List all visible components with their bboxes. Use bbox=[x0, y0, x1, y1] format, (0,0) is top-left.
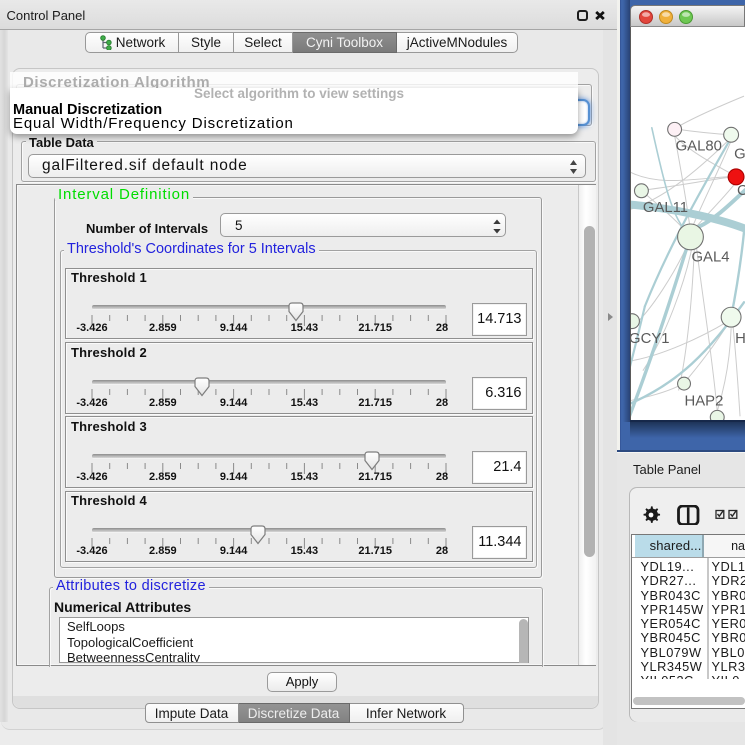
svg-text:GAL80: GAL80 bbox=[676, 139, 722, 155]
svg-text:C: C bbox=[737, 183, 745, 199]
svg-text:GA: GA bbox=[734, 147, 745, 163]
svg-text:HAP2: HAP2 bbox=[685, 393, 724, 409]
svg-text:GCY1: GCY1 bbox=[630, 331, 669, 347]
svg-text:GAL4: GAL4 bbox=[691, 250, 729, 266]
svg-text:H: H bbox=[735, 331, 745, 347]
svg-text:GAL11: GAL11 bbox=[643, 200, 688, 216]
